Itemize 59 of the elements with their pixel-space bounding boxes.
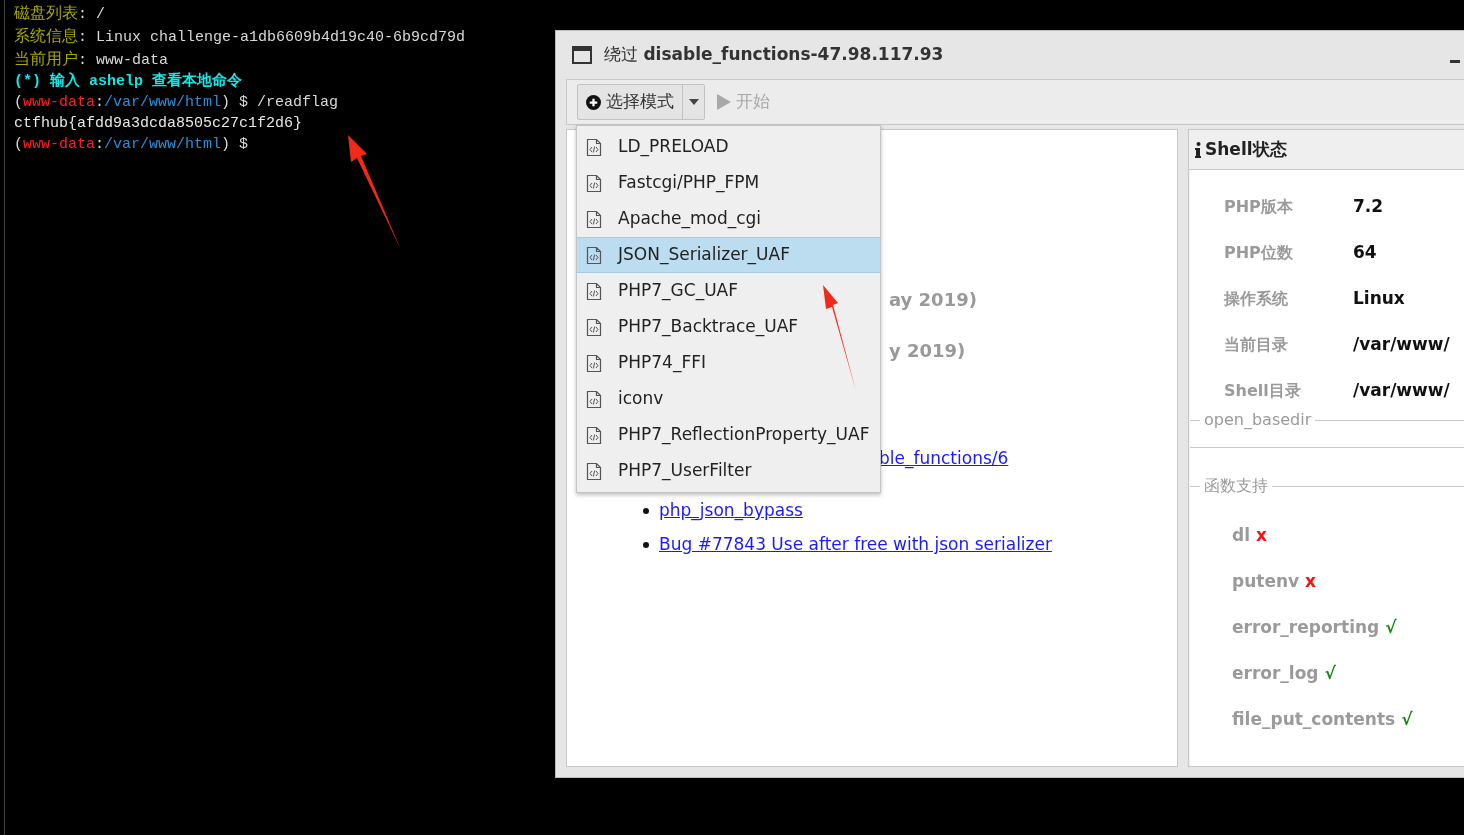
- plus-circle-icon: [586, 94, 601, 110]
- reference-link[interactable]: ble_functions/6: [879, 446, 1009, 472]
- function-support: putenv x: [1232, 570, 1317, 592]
- menu-item[interactable]: Apache_mod_cgi: [577, 201, 880, 237]
- play-icon: [717, 94, 731, 110]
- status-label: 当前目录: [1224, 334, 1289, 356]
- code-file-icon: [586, 425, 602, 445]
- reference-link[interactable]: php_json_bypass: [659, 498, 803, 524]
- status-value: 7.2: [1353, 195, 1384, 219]
- terminal-line: (www-data:/var/www/html) $: [14, 135, 250, 155]
- menu-item[interactable]: PHP7_UserFilter: [577, 453, 880, 489]
- window-title: 绕过 disable_functions-47.98.117.93: [604, 43, 944, 67]
- menu-item[interactable]: PHP7_Backtrace_UAF: [577, 309, 880, 345]
- terminal-line: (www-data:/var/www/html) $ /readflag: [14, 93, 340, 113]
- code-file-icon: [586, 353, 602, 373]
- code-file-icon: [586, 281, 602, 301]
- menu-item[interactable]: Fastcgi/PHP_FPM: [577, 165, 880, 201]
- menu-item[interactable]: PHP7_ReflectionProperty_UAF: [577, 417, 880, 453]
- terminal-line: ctfhub{afdd9a3dcda8505c27c1f2d6}: [14, 114, 304, 134]
- menu-item[interactable]: iconv: [577, 381, 880, 417]
- code-file-icon: [586, 137, 602, 157]
- window-icon: [572, 46, 592, 64]
- code-file-icon: [586, 461, 602, 481]
- code-file-icon: [586, 173, 602, 193]
- section-heading: ay 2019): [889, 288, 977, 312]
- info-icon: [1195, 141, 1201, 158]
- status-label: Shell目录: [1224, 380, 1302, 402]
- function-support: error_log √: [1232, 662, 1337, 684]
- minimize-icon[interactable]: [1450, 59, 1460, 63]
- code-file-icon: [586, 209, 602, 229]
- code-file-icon: [586, 245, 602, 265]
- status-value: /var/www/: [1353, 333, 1450, 357]
- status-label: PHP位数: [1224, 242, 1294, 264]
- function-support: dl x: [1232, 524, 1268, 546]
- menu-item[interactable]: PHP74_FFI: [577, 345, 880, 381]
- section-heading: y 2019): [889, 339, 967, 363]
- function-support: error_reporting √: [1232, 616, 1398, 638]
- status-label: 操作系统: [1224, 288, 1289, 310]
- menu-item[interactable]: JSON_Serializer_UAF: [577, 237, 880, 273]
- menu-item[interactable]: LD_PRELOAD: [577, 129, 880, 165]
- panel-title: Shell状态: [1205, 137, 1287, 161]
- terminal-line: (*) 输入 ashelp 查看本地命令: [14, 71, 244, 92]
- terminal-line: 系统信息: Linux challenge-a1db6609b4d19c40-6b9cd79d: [14, 25, 466, 48]
- status-value: /var/www/: [1353, 379, 1450, 403]
- reference-link[interactable]: Bug #77843 Use after free with json serializer: [659, 532, 1052, 558]
- function-support: file_put_contents √: [1232, 708, 1414, 730]
- bullet-icon: [643, 541, 649, 548]
- caret-icon: [688, 99, 699, 105]
- status-label: PHP版本: [1224, 196, 1294, 218]
- code-file-icon: [586, 317, 602, 337]
- fieldset-legend: open_basedir: [1200, 408, 1316, 432]
- terminal-line: 磁盘列表: /: [14, 2, 106, 25]
- fieldset-legend: 函数支持: [1200, 474, 1272, 498]
- menu-item[interactable]: PHP7_GC_UAF: [577, 273, 880, 309]
- status-value: Linux: [1353, 287, 1405, 311]
- code-file-icon: [586, 389, 602, 409]
- terminal-line: 当前用户: www-data: [14, 48, 169, 71]
- status-value: 64: [1353, 241, 1377, 265]
- bullet-icon: [643, 507, 649, 514]
